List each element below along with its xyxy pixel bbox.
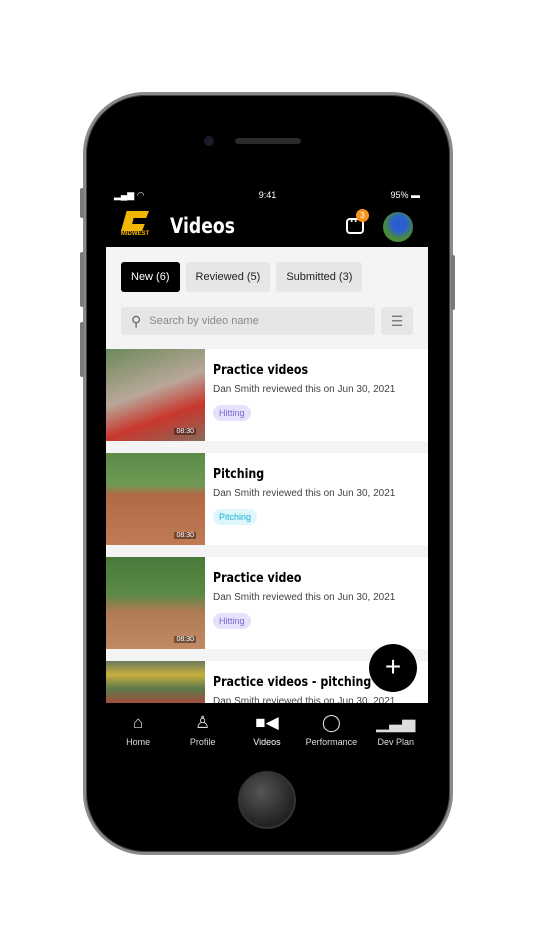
video-camera-icon: ■◀ <box>255 713 279 732</box>
tab-reviewed[interactable]: Reviewed (5) <box>185 262 271 292</box>
page-title: Videos <box>170 214 236 238</box>
video-title: Pitching <box>213 467 265 482</box>
mute-switch <box>80 188 84 218</box>
add-video-button[interactable]: + <box>369 644 417 692</box>
user-icon: ♙ <box>194 713 211 732</box>
duration: 08:30 <box>174 636 196 643</box>
signal-wifi-icon: ▂▄▆ ◠ <box>114 189 145 200</box>
list-item[interactable]: 08:30 Practice video Dan Smith reviewed t… <box>106 557 428 649</box>
video-subtitle: Dan Smith reviewed this on Jun 30, 2021 <box>213 488 396 499</box>
growth-chart-icon: ▁▃▅ <box>376 713 416 732</box>
video-list: 08:30 Practice videos Dan Smith reviewed … <box>106 349 428 753</box>
avatar[interactable] <box>383 212 413 242</box>
nav-profile[interactable]: ♙ Profile <box>173 713 233 758</box>
list-item[interactable]: 08:30 Practice videos Dan Smith reviewed … <box>106 349 428 441</box>
baseball-icon: ◯ <box>321 713 341 732</box>
volume-down-button <box>80 322 84 377</box>
nav-home[interactable]: ⌂ Home <box>108 713 168 758</box>
video-thumbnail[interactable]: 08:30 <box>106 453 205 545</box>
filter-button[interactable]: ☰ <box>381 307 413 335</box>
status-time: 9:41 <box>258 190 277 200</box>
app-screen: ▂▄▆ ◠ 9:41 95% ▬ MIDWEST Videos 3 New (6… <box>106 185 428 758</box>
status-bar: ▂▄▆ ◠ 9:41 95% ▬ <box>106 185 428 205</box>
tab-new[interactable]: New (6) <box>121 262 180 292</box>
notification-badge: 3 <box>356 209 369 222</box>
speaker <box>235 138 301 144</box>
nav-dev-plan[interactable]: ▁▃▅ Dev Plan <box>366 713 426 758</box>
video-tabs: New (6) Reviewed (5) Submitted (3) <box>106 247 428 292</box>
home-button[interactable] <box>238 771 296 829</box>
front-camera <box>204 136 214 146</box>
video-subtitle: Dan Smith reviewed this on Jun 30, 2021 <box>213 384 396 395</box>
midwest-logo[interactable]: MIDWEST <box>118 211 152 241</box>
nav-videos[interactable]: ■◀ Videos <box>237 713 297 758</box>
battery: 95% ▬ <box>390 190 420 200</box>
duration: 08:30 <box>174 532 196 539</box>
list-item[interactable]: 08:30 Pitching Dan Smith reviewed this on… <box>106 453 428 545</box>
power-button <box>451 255 455 310</box>
duration: 08:30 <box>174 428 196 435</box>
video-title: Practice videos - pitching <box>213 675 372 690</box>
tag-badge: Pitching <box>213 509 258 525</box>
sliders-icon: ☰ <box>390 312 404 329</box>
tab-submitted[interactable]: Submitted (3) <box>276 262 363 292</box>
search-icon: ⚲ <box>131 312 142 329</box>
video-title: Practice videos <box>213 363 309 378</box>
video-thumbnail[interactable]: 08:30 <box>106 349 205 441</box>
search-input[interactable]: ⚲ Search by video name <box>121 307 375 335</box>
bottom-nav: ⌂ Home ♙ Profile ■◀ Videos ◯ Performance ▁▃▅… <box>106 703 428 758</box>
video-title: Practice video <box>213 571 302 586</box>
tag-badge: Hitting <box>213 613 251 629</box>
video-subtitle: Dan Smith reviewed this on Jun 30, 2021 <box>213 592 396 603</box>
volume-up-button <box>80 252 84 307</box>
video-thumbnail[interactable]: 08:30 <box>106 557 205 649</box>
home-icon: ⌂ <box>133 713 144 732</box>
nav-performance[interactable]: ◯ Performance <box>301 713 361 758</box>
tag-badge: Hitting <box>213 405 251 421</box>
app-header: MIDWEST Videos 3 <box>106 205 428 247</box>
search-placeholder: Search by video name <box>149 315 259 327</box>
